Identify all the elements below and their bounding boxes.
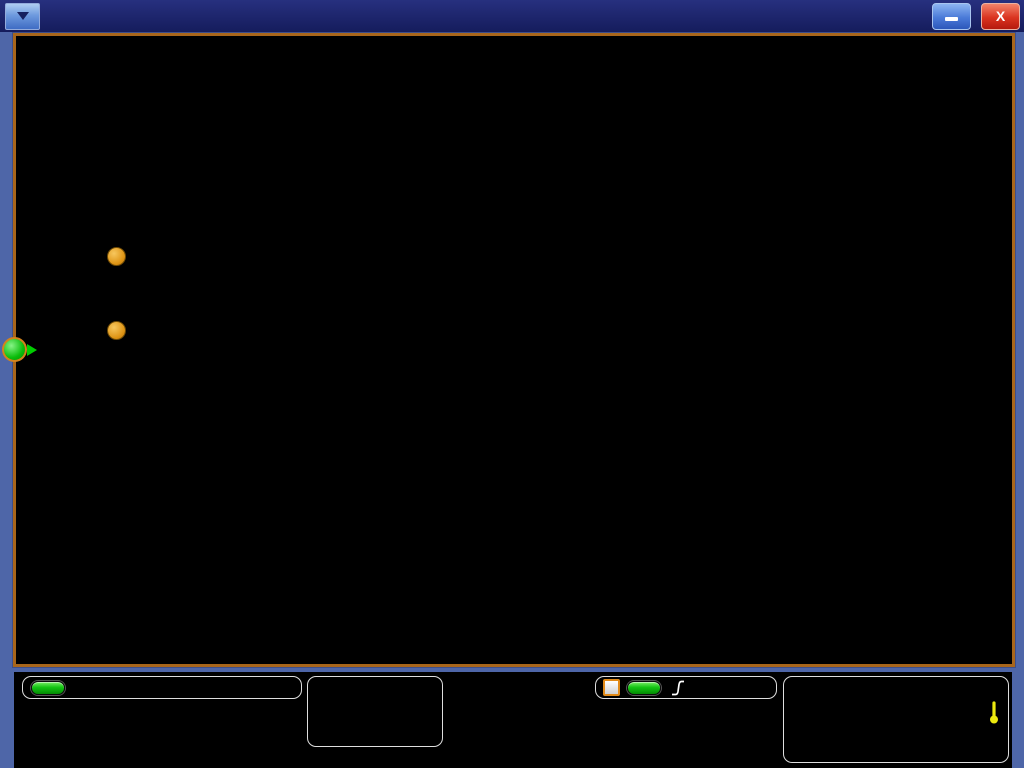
close-button[interactable]: X xyxy=(981,3,1020,30)
channel-readout[interactable] xyxy=(22,676,302,699)
minimize-button[interactable] xyxy=(932,3,971,30)
cursor-a-marker[interactable] xyxy=(107,321,126,340)
thermometer-icon xyxy=(989,700,999,726)
trigger-readout[interactable] xyxy=(595,676,777,699)
channel-position-arrow-icon xyxy=(27,344,37,356)
oscilloscope-app: X xyxy=(0,0,1024,768)
menu-bar: X xyxy=(0,0,1024,32)
trigger-channel-badge[interactable] xyxy=(627,681,661,695)
cursor-b-marker[interactable] xyxy=(107,247,126,266)
readout-bar xyxy=(14,672,1012,768)
trigger-source-badge[interactable] xyxy=(603,679,620,696)
scope-display-frame xyxy=(13,33,1015,667)
minimize-icon xyxy=(945,17,958,21)
menu-dropdown-button[interactable] xyxy=(5,3,40,30)
chevron-down-icon xyxy=(17,12,29,20)
horizontal-readout[interactable] xyxy=(783,676,1009,763)
waveform-screen[interactable] xyxy=(16,36,1012,664)
cursor-readout[interactable] xyxy=(307,676,443,747)
close-icon: X xyxy=(996,8,1005,24)
rising-edge-icon xyxy=(671,680,685,696)
channel-badge[interactable] xyxy=(31,681,65,695)
channel-4-marker[interactable] xyxy=(2,337,27,362)
